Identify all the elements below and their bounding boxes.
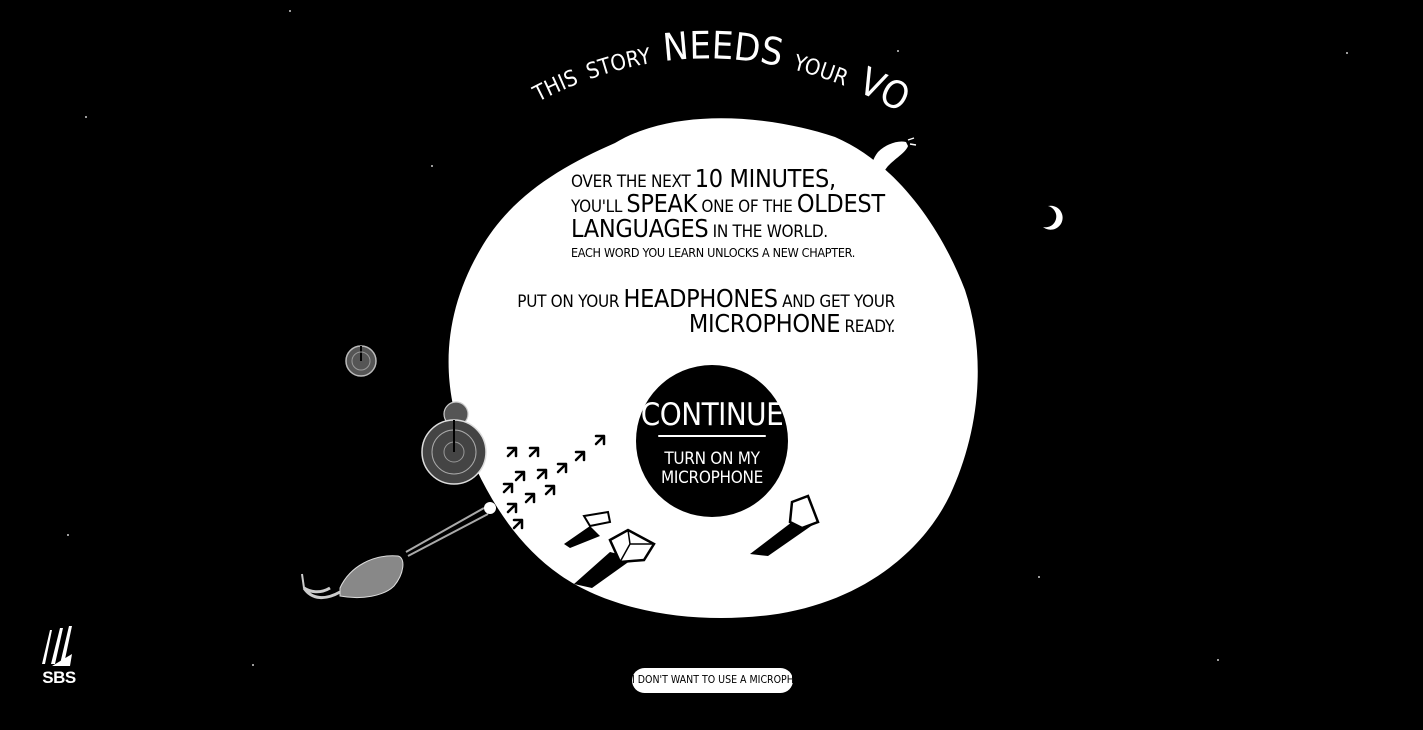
sbs-mark-icon [42,626,72,666]
lily-pad-icon [345,345,377,377]
moon-icon [1043,205,1063,230]
continue-sublabel-line1: TURN ON MY [664,449,760,469]
chapter-text: EACH WORD YOU LEARN UNLOCKS A NEW CHAPTE… [571,245,855,260]
title-word: YOUR [790,51,851,92]
star [85,116,87,118]
continue-sublabel: TURN ON MY MICROPHONE [636,450,788,488]
instructions-line1-prefix: PUT ON YOUR [517,292,620,312]
lily-pad-icon [421,401,487,485]
instructions-text: PUT ON YOUR HEADPHONES AND GET YOUR MICR… [510,286,895,336]
star [1217,659,1219,661]
title-word: THIS [529,65,582,107]
intro-line2-middle: ONE OF THE [701,197,793,217]
no-microphone-button[interactable]: I DON'T WANT TO USE A MICROPHONE [632,668,814,693]
star [252,664,254,666]
continue-label: CONTINUE [640,397,784,433]
sbs-logo-text: SBS [42,668,76,687]
intro-line3-suffix: IN THE WORLD. [712,222,829,242]
continue-sublabel-line2: MICROPHONE [661,468,763,488]
intro-line3-emphasis: LANGUAGES [571,214,709,243]
intro-text: OVER THE NEXT 10 MINUTES, YOU'LL SPEAK O… [571,166,885,243]
sbs-logo[interactable]: SBS [38,624,80,688]
title-word: NEEDS [661,23,787,75]
rock-illustration [750,494,820,556]
star [289,10,291,12]
banana-illustration [870,137,917,194]
star [1038,576,1040,578]
continue-underline [658,435,766,437]
crane-bird-illustration [301,502,496,599]
star [431,165,433,167]
star [67,534,69,536]
title-word: STORY [583,44,654,85]
star [1346,52,1348,54]
rock-illustration [574,528,656,588]
instructions-line2-suffix: READY. [844,317,895,337]
instructions-line2-emphasis: MICROPHONE [688,309,841,338]
